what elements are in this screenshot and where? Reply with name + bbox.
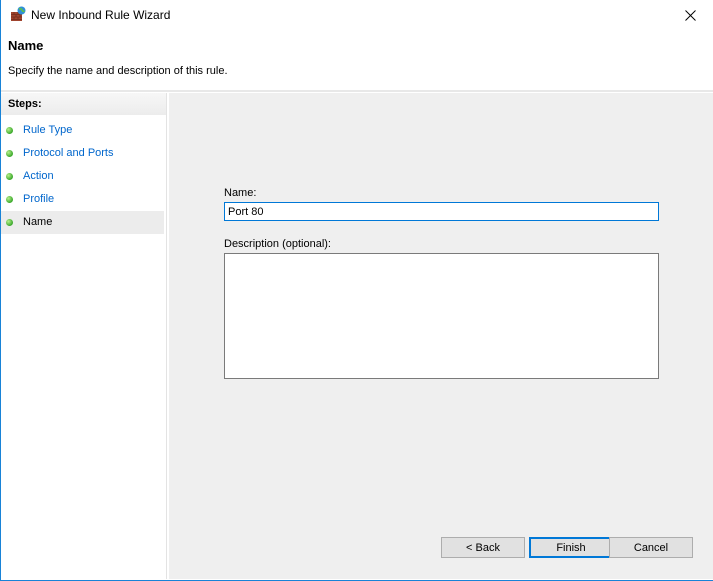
step-profile[interactable]: Profile [1, 188, 164, 211]
step-label: Action [23, 170, 54, 182]
main-panel: Name: Description (optional): < Back Fin… [169, 93, 713, 579]
header-divider [1, 90, 713, 92]
description-label: Description (optional): [224, 238, 331, 250]
step-complete-icon [6, 173, 13, 180]
name-label: Name: [224, 187, 257, 199]
cancel-button[interactable]: Cancel [609, 537, 693, 558]
step-current-icon [6, 219, 13, 226]
page-title: Name [8, 38, 44, 53]
close-icon [684, 9, 696, 21]
step-protocol-and-ports[interactable]: Protocol and Ports [1, 142, 164, 165]
step-complete-icon [6, 127, 13, 134]
step-label: Name [23, 216, 53, 228]
page-subtitle: Specify the name and description of this… [8, 65, 228, 77]
wizard-window: New Inbound Rule Wizard Name Specify the… [0, 0, 713, 581]
steps-panel: Steps: Rule Type Protocol and Ports Acti… [1, 93, 167, 579]
description-input[interactable] [224, 253, 659, 379]
firewall-icon [10, 6, 26, 22]
step-label: Protocol and Ports [23, 147, 114, 159]
finish-button[interactable]: Finish [529, 537, 613, 558]
step-complete-icon [6, 150, 13, 157]
step-action[interactable]: Action [1, 165, 164, 188]
step-name[interactable]: Name [1, 211, 164, 234]
window-title: New Inbound Rule Wizard [31, 8, 171, 22]
step-label: Profile [23, 193, 55, 205]
title-bar: New Inbound Rule Wizard [1, 0, 713, 30]
name-input[interactable] [224, 202, 659, 221]
step-label: Rule Type [23, 124, 73, 136]
wizard-header: Name Specify the name and description of… [1, 30, 713, 90]
close-button[interactable] [667, 0, 713, 30]
step-complete-icon [6, 196, 13, 203]
step-rule-type[interactable]: Rule Type [1, 119, 164, 142]
steps-title: Steps: [1, 93, 166, 115]
back-button[interactable]: < Back [441, 537, 525, 558]
